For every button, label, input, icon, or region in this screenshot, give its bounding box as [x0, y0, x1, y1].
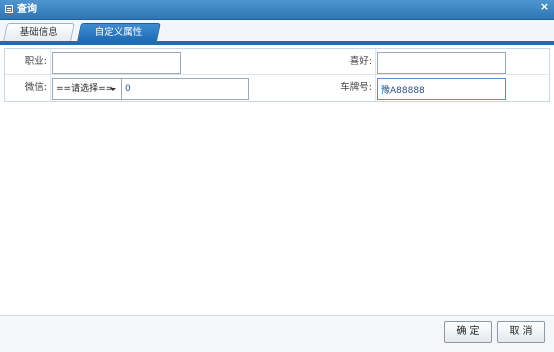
plate-number-field[interactable]: [377, 78, 506, 100]
cancel-button[interactable]: 取消: [497, 321, 545, 343]
close-button[interactable]: ×: [538, 1, 551, 13]
tab-basic-info-label: 基础信息: [19, 27, 58, 38]
column-divider: [375, 49, 376, 75]
window-title: 查询: [17, 4, 37, 15]
tab-basic-info[interactable]: 基础信息: [3, 23, 75, 41]
dialog-footer: 确定 取消: [0, 315, 554, 352]
tab-underline: [0, 41, 554, 45]
wechat-label: 微信:: [24, 82, 47, 93]
occupation-field[interactable]: [52, 52, 181, 74]
wechat-type-select[interactable]: ==请选择==: [52, 78, 122, 100]
wechat-type-select-value: ==请选择==: [56, 84, 114, 94]
chevron-down-icon: [110, 88, 116, 91]
tab-custom-attributes-label: 自定义属性: [95, 27, 143, 38]
form-row: 职业: 喜好:: [5, 49, 549, 75]
plate-label: 车牌号:: [340, 82, 372, 93]
column-divider: [375, 75, 376, 101]
hobby-field[interactable]: [377, 52, 506, 74]
tab-custom-attributes[interactable]: 自定义属性: [77, 23, 161, 41]
occupation-label: 职业:: [24, 56, 47, 67]
wechat-field[interactable]: [121, 78, 249, 100]
column-divider: [50, 49, 51, 75]
window-titlebar: 查询 ×: [0, 0, 554, 20]
column-divider: [50, 75, 51, 101]
custom-attributes-form: 职业: 喜好: 微信: ==请选择== 车牌号:: [4, 48, 550, 102]
confirm-button[interactable]: 确定: [444, 321, 492, 343]
hobby-label: 喜好:: [349, 56, 372, 67]
window-menu-icon: [5, 5, 13, 13]
form-row: 微信: ==请选择== 车牌号:: [5, 75, 549, 101]
